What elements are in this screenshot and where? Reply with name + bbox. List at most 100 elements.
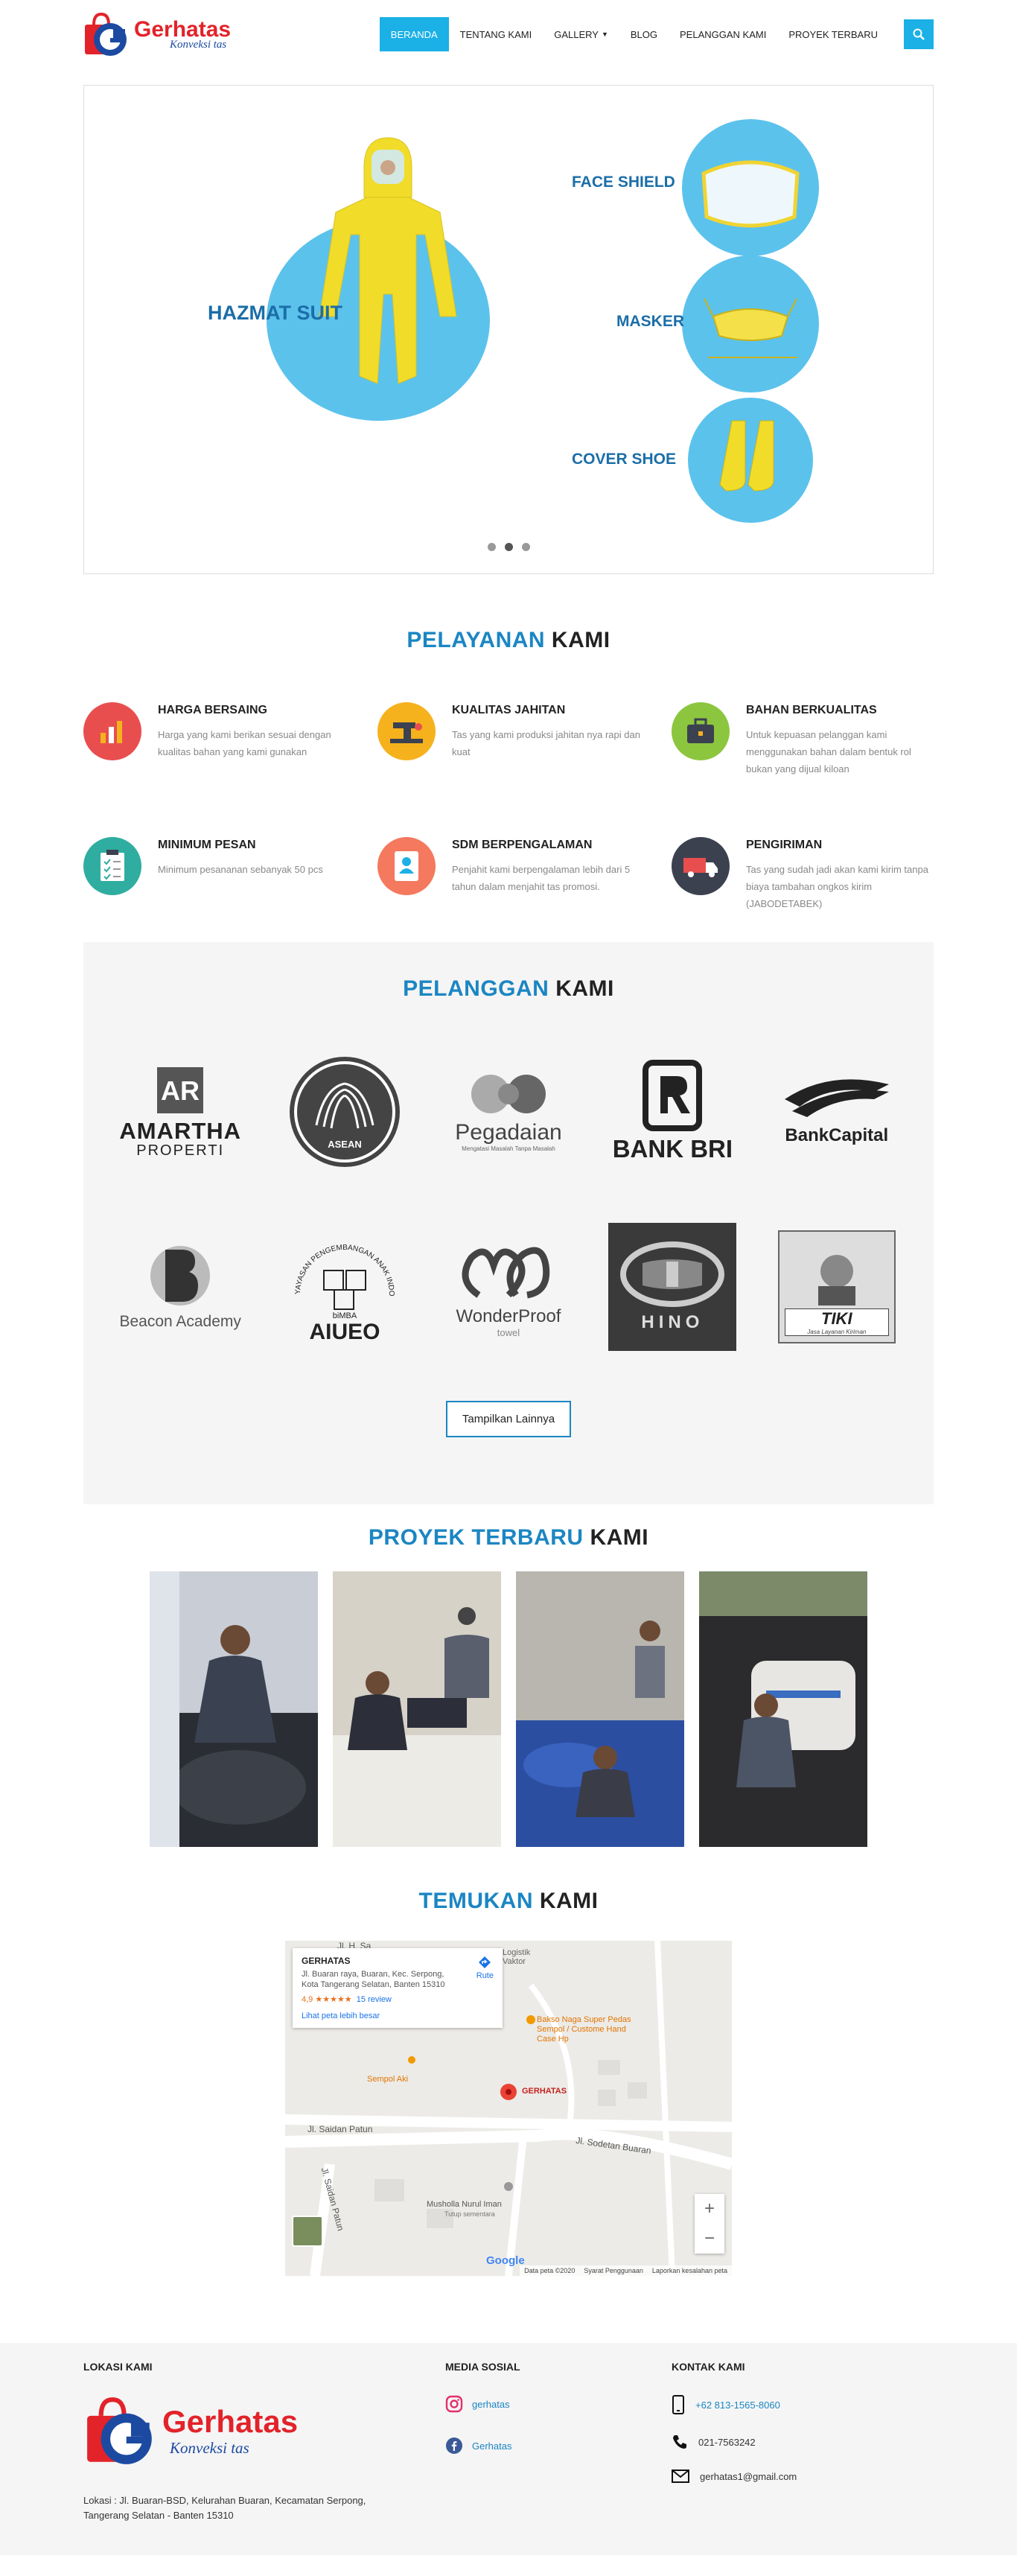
nav-item-label: GALLERY — [554, 28, 599, 40]
contact-telephone[interactable]: 021-7563242 — [672, 2434, 925, 2450]
service-item: MINIMUM PESAN Minimum pesananan sebanyak … — [83, 837, 348, 912]
service-item: KUALITAS JAHITAN Tas yang kami produksi j… — [377, 702, 642, 777]
footer-address: Lokasi : Jl. Buaran-BSD, Kelurahan Buara… — [83, 2495, 366, 2521]
slider-dot[interactable] — [521, 543, 530, 551]
title-highlight: TEMUKAN — [418, 1889, 533, 1913]
google-text: Google — [486, 2254, 525, 2267]
client-tagline: Mengatasi Masalah Tanpa Masalah — [462, 1145, 555, 1152]
contact-value: +62 813-1565-8060 — [695, 2399, 780, 2411]
map-place-3: Sempol Aki — [367, 2075, 409, 2084]
directions-button[interactable]: Rute — [476, 1956, 494, 1980]
client-logo-asean: ASEAN — [262, 1046, 426, 1177]
terms-link[interactable]: Syarat Penggunaan — [584, 2267, 643, 2274]
contact-mobile[interactable]: +62 813-1565-8060 — [672, 2395, 925, 2414]
contact-value: 021-7563242 — [698, 2436, 756, 2448]
nav-item-gallery[interactable]: GALLERY ▼ — [543, 17, 619, 51]
label-hazmat-suit: HAZMAT SUIT — [208, 302, 342, 324]
wonderproof-mark-icon — [462, 1247, 550, 1298]
social-link-instagram[interactable]: gerhatas — [445, 2395, 672, 2413]
project-photo-sewing[interactable] — [333, 1571, 501, 1847]
beacon-mark-icon — [150, 1246, 211, 1306]
client-logo-pegadaian: Pegadaian Mengatasi Masalah Tanpa Masala… — [427, 1046, 590, 1177]
client-subname: PROPERTI — [136, 1142, 225, 1159]
client-logo-amartha: AR AMARTHA PROPERTI — [98, 1046, 262, 1177]
service-title: MINIMUM PESAN — [158, 839, 256, 851]
social-link-facebook[interactable]: Gerhatas — [445, 2437, 672, 2455]
label-masker: MASKER — [616, 313, 685, 330]
site-logo[interactable]: Gerhatas Konveksi tas — [83, 11, 231, 57]
facebook-icon — [446, 2437, 462, 2454]
nav-item-proyek-terbaru[interactable]: PROYEK TERBARU — [777, 17, 889, 51]
client-logo-beacon: Beacon Academy — [98, 1221, 262, 1352]
bag-logo-icon — [85, 12, 127, 56]
show-more-button[interactable]: Tampilkan Lainnya — [445, 1401, 572, 1437]
nav-item-beranda[interactable]: BERANDA — [379, 17, 449, 51]
price-chart-icon — [83, 702, 141, 760]
service-item: HARGA BERSAING Harga yang kami berikan se… — [83, 702, 348, 777]
client-logo-wonderproof: WonderProof towel — [427, 1221, 590, 1352]
contact-email[interactable]: gerhatas1@gmail.com — [672, 2470, 925, 2483]
map-street-1: Jl. Saidan Patun — [307, 2124, 373, 2134]
map-address: Jl. Buaran raya, Buaran, Kec. Serpong, K… — [302, 1970, 445, 1989]
project-photo-packing[interactable] — [516, 1571, 684, 1847]
bimba-aiueo: AIUEO — [309, 1320, 380, 1344]
client-name: HINO — [641, 1311, 704, 1332]
footer-logo[interactable]: Gerhatas Konveksi tas — [83, 2395, 445, 2467]
client-name: AMARTHA — [119, 1117, 242, 1144]
client-subname: towel — [497, 1326, 520, 1338]
title-rest: KAMI — [590, 1525, 649, 1550]
pegadaian-mark-icon — [471, 1074, 546, 1113]
rating-value: 4,9 — [302, 1995, 313, 2004]
search-button[interactable] — [904, 19, 934, 49]
nav-item-tentang-kami[interactable]: TENTANG KAMI — [449, 17, 543, 51]
projects-title: PROYEK TERBARU KAMI — [83, 1525, 934, 1551]
nav-item-blog[interactable]: BLOG — [619, 17, 669, 51]
client-name: TIKI — [821, 1308, 852, 1328]
client-logo-hino: HINO — [590, 1221, 754, 1352]
social-label: Gerhatas — [472, 2440, 512, 2452]
title-rest: KAMI — [539, 1889, 599, 1913]
report-error-link[interactable]: Laporkan kesalahan peta — [652, 2267, 727, 2274]
client-name: BANK BRI — [612, 1135, 733, 1163]
service-item: BAHAN BERKUALITAS Untuk kepuasan pelangga… — [672, 702, 936, 777]
checklist-icon — [83, 837, 141, 895]
project-photo-cutting[interactable] — [150, 1571, 318, 1847]
reviews-link[interactable]: 15 review — [357, 1995, 392, 2004]
client-tagline: Jasa Layanan Kiriman — [807, 1328, 867, 1335]
client-logo-bank-capital: BankCapital — [755, 1046, 919, 1177]
service-item: PENGIRIMAN Tas yang sudah jadi akan kami … — [672, 837, 936, 912]
social-label: gerhatas — [472, 2398, 510, 2410]
footer-contact: KONTAK KAMI +62 813-1565-8060 021-756324… — [672, 2361, 925, 2523]
zoom-in-button[interactable]: + — [695, 2194, 724, 2224]
map-place-2: Bakso Naga Super Pedas Sempol / Custome … — [537, 2015, 631, 2044]
hino-mark-icon — [620, 1241, 725, 1307]
site-footer: LOKASI KAMI Gerhatas Konveksi tas Lokasi… — [0, 2343, 1017, 2555]
briefcase-icon — [672, 702, 730, 760]
project-photo-delivery[interactable] — [699, 1571, 867, 1847]
bimba-logo-icon: YAYASAN PENGEMBANGAN ANAK INDONESIA biMB… — [285, 1227, 395, 1344]
zoom-out-button[interactable]: − — [695, 2224, 724, 2254]
nav-item-pelanggan-kami[interactable]: PELANGGAN KAMI — [669, 17, 777, 51]
map-info-card: GERHATAS Jl. Buaran raya, Buaran, Kec. S… — [293, 1948, 503, 2028]
profile-card-icon — [377, 837, 436, 895]
search-icon — [913, 28, 925, 40]
label-face-shield: FACE SHIELD — [572, 174, 675, 191]
slide-image — [267, 119, 819, 523]
bag-logo-icon — [87, 2397, 152, 2464]
tiki-mascot-icon — [817, 1254, 855, 1306]
larger-map-link[interactable]: Lihat peta lebih besar — [302, 2011, 494, 2020]
projects-section: PROYEK TERBARU KAMI — [83, 1504, 934, 1847]
service-item: SDM BERPENGALAMAN Penjahit kami berpengal… — [377, 837, 642, 912]
footer-social: MEDIA SOSIAL gerhatas Gerhatas — [445, 2361, 672, 2523]
client-name: Pegadaian — [455, 1119, 562, 1145]
slider-dot[interactable] — [487, 543, 496, 551]
find-us-section: TEMUKAN KAMI GERHATAS Logistik Vaktor Ba… — [83, 1847, 934, 2276]
slider-dots — [84, 543, 933, 551]
embedded-map[interactable]: GERHATAS Logistik Vaktor Bakso Naga Supe… — [285, 1941, 732, 2276]
svg-text:YAYASAN PENGEMBANGAN ANAK INDO: YAYASAN PENGEMBANGAN ANAK INDONESIA — [285, 1227, 395, 1297]
svg-text:AR: AR — [161, 1075, 200, 1106]
services-title: PELAYANAN KAMI — [83, 628, 934, 653]
instagram-icon — [445, 2395, 463, 2413]
email-icon — [672, 2470, 689, 2483]
slider-dot-active[interactable] — [504, 543, 513, 551]
